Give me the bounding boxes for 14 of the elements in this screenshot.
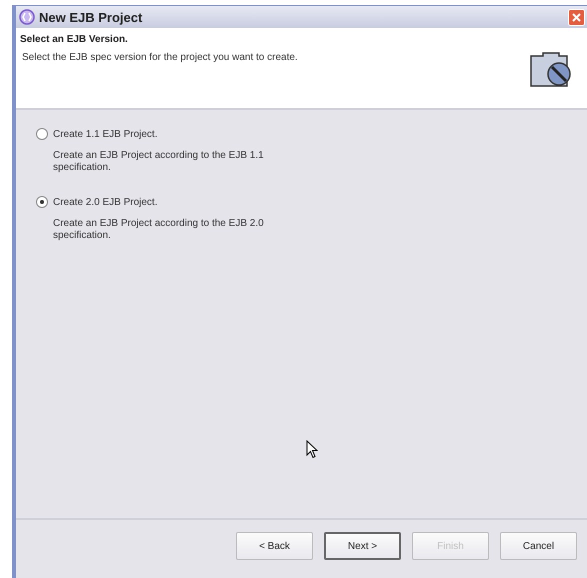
- folder-icon: [529, 50, 573, 88]
- radio-option[interactable]: Create 1.1 EJB Project.: [36, 128, 587, 140]
- pointer-icon: [306, 440, 318, 459]
- option-description: Create an EJB Project according to the EJB 1.1 specification.: [52, 150, 265, 174]
- radio-option[interactable]: Create 2.0 EJB Project.: [36, 196, 587, 208]
- window-title: New EJB Project: [39, 10, 144, 24]
- close-icon[interactable]: [568, 8, 585, 26]
- page-title: Select an EJB Version.: [20, 34, 129, 45]
- dialog-button[interactable]: Cancel: [500, 532, 577, 560]
- dialog-button[interactable]: < Back: [236, 532, 313, 560]
- app-icon: [19, 9, 35, 25]
- page-description: Select the EJB spec version for the project you want to create.: [21, 52, 298, 63]
- option-description: Create an EJB Project according to the EJB 2.0 specification.: [52, 218, 265, 242]
- dialog-button[interactable]: Next >: [324, 532, 401, 560]
